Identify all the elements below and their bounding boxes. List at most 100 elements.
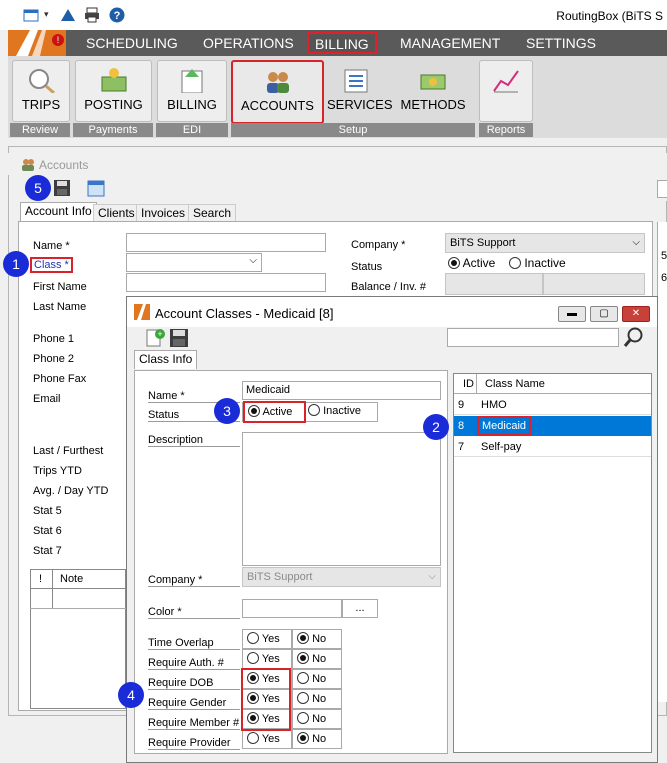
row-id: 7 xyxy=(458,441,465,453)
accounts-button[interactable]: ACCOUNTS xyxy=(231,60,324,124)
class-select[interactable]: ⌵ xyxy=(126,253,262,272)
menu-billing[interactable]: BILLING xyxy=(307,32,377,54)
notes-col-flag: ! xyxy=(39,573,43,585)
radio-icon xyxy=(448,257,460,269)
help-icon[interactable]: ? xyxy=(109,7,125,23)
maximize-button[interactable]: ▢ xyxy=(590,306,618,322)
print-icon[interactable] xyxy=(84,7,100,23)
require-member-label: Require Member # xyxy=(148,717,240,730)
status-active-radio[interactable]: Active xyxy=(448,256,495,270)
require-provider-yes[interactable]: Yes xyxy=(242,729,292,749)
minimize-button[interactable]: ▬ xyxy=(558,306,586,322)
tab-search[interactable]: Search xyxy=(188,204,237,221)
trips-ytd-label: Trips YTD xyxy=(33,465,82,477)
time-overlap-yes[interactable]: Yes xyxy=(242,629,292,649)
description-label: Description xyxy=(148,434,240,447)
trips-icon xyxy=(29,69,55,93)
description-textarea[interactable] xyxy=(242,432,441,566)
calendar-icon[interactable] xyxy=(87,179,105,197)
dialog-active-radio[interactable]: Active xyxy=(243,401,306,423)
radio-icon xyxy=(297,632,309,644)
yes-text: Yes xyxy=(261,633,280,645)
phone2-label: Phone 2 xyxy=(33,353,74,365)
list-item[interactable]: 7 Self-pay xyxy=(454,437,651,457)
yes-text: Yes xyxy=(261,653,280,665)
svg-text:!: ! xyxy=(57,35,60,45)
list-item[interactable]: 9 HMO xyxy=(454,395,651,415)
stat5-label: Stat 5 xyxy=(33,505,62,517)
menu-management[interactable]: MANAGEMENT xyxy=(394,30,506,56)
require-auth-label: Require Auth. # xyxy=(148,657,240,670)
close-button[interactable]: ✕ xyxy=(622,306,650,322)
svg-text:+: + xyxy=(157,329,162,339)
time-overlap-no[interactable]: No xyxy=(292,629,342,649)
first-name-input[interactable] xyxy=(126,273,326,292)
col-class-name: Class Name xyxy=(485,378,545,390)
services-button[interactable]: SERVICES xyxy=(326,60,393,122)
dialog-active-text: Active xyxy=(262,406,293,418)
add-new-icon[interactable]: + xyxy=(145,328,165,348)
class-label: Class * xyxy=(30,257,73,273)
dialog-title: Account Classes - Medicaid [8] xyxy=(155,306,334,321)
notes-col-note: Note xyxy=(60,573,84,585)
no-text: No xyxy=(312,633,327,645)
list-item-selected[interactable]: 8 Medicaid xyxy=(454,416,651,436)
dropdown-arrow-icon[interactable]: ▾ xyxy=(44,9,49,20)
class-name-input[interactable]: Medicaid xyxy=(242,381,441,400)
up-arrow-icon[interactable] xyxy=(60,8,76,22)
tab-account-info[interactable]: Account Info xyxy=(20,202,97,221)
require-dob-no[interactable]: No xyxy=(292,669,342,689)
menu-settings[interactable]: SETTINGS xyxy=(520,30,602,56)
dialog-inactive-radio[interactable]: Inactive xyxy=(308,404,361,417)
balance-field xyxy=(445,273,543,295)
posting-button[interactable]: POSTING xyxy=(75,60,152,122)
trips-button[interactable]: TRIPS xyxy=(12,60,70,122)
color-input[interactable] xyxy=(242,599,342,618)
tab-invoices[interactable]: Invoices xyxy=(136,204,191,221)
require-auth-no[interactable]: No xyxy=(292,649,342,669)
color-picker-button[interactable]: ... xyxy=(342,599,378,618)
class-search-input[interactable] xyxy=(447,328,619,347)
radio-icon xyxy=(297,732,309,744)
billing-button[interactable]: BILLING xyxy=(157,60,227,122)
radio-icon xyxy=(509,257,521,269)
step-badge-2: 2 xyxy=(423,414,449,440)
notes-header: ! Note xyxy=(30,569,126,609)
reports-button[interactable] xyxy=(479,60,533,122)
save-icon[interactable] xyxy=(169,328,189,348)
right-grid-edge: 5 6 xyxy=(657,222,667,702)
phone1-label: Phone 1 xyxy=(33,333,74,345)
tab-clients[interactable]: Clients xyxy=(93,204,140,221)
posting-icon xyxy=(101,68,126,92)
app-title: RoutingBox (BiTS S xyxy=(556,9,663,23)
search-icon[interactable] xyxy=(623,326,645,348)
company-select[interactable]: BiTS Support ⌵ xyxy=(445,233,645,253)
require-auth-yes[interactable]: Yes xyxy=(242,649,292,669)
require-gender-no[interactable]: No xyxy=(292,689,342,709)
require-member-no[interactable]: No xyxy=(292,709,342,729)
require-provider-no[interactable]: No xyxy=(292,729,342,749)
tab-class-info[interactable]: Class Info xyxy=(134,350,198,369)
dialog-inactive-text: Inactive xyxy=(323,405,361,417)
step-badge-4: 4 xyxy=(118,682,144,708)
dialog-company-value: BiTS Support xyxy=(247,571,313,583)
notes-row[interactable] xyxy=(30,589,126,609)
save-icon[interactable] xyxy=(53,179,71,197)
reports-icon xyxy=(493,70,519,93)
dialog-app-icon xyxy=(134,304,150,320)
name-label: Name * xyxy=(33,240,70,252)
search-input[interactable] xyxy=(657,180,667,198)
trips-label: TRIPS xyxy=(21,97,61,112)
row-name: Self-pay xyxy=(481,441,522,453)
radio-icon xyxy=(308,404,320,416)
account-name-input[interactable] xyxy=(126,233,326,252)
menu-operations[interactable]: OPERATIONS xyxy=(197,30,300,56)
menu-scheduling[interactable]: SCHEDULING xyxy=(80,30,184,56)
last-name-label: Last Name xyxy=(33,301,87,313)
first-name-label: First Name xyxy=(33,281,87,293)
radio-icon xyxy=(297,712,309,724)
no-text: No xyxy=(312,673,327,685)
window-icon[interactable] xyxy=(23,7,41,23)
methods-button[interactable]: METHODS xyxy=(398,60,468,122)
status-inactive-radio[interactable]: Inactive xyxy=(509,256,566,270)
